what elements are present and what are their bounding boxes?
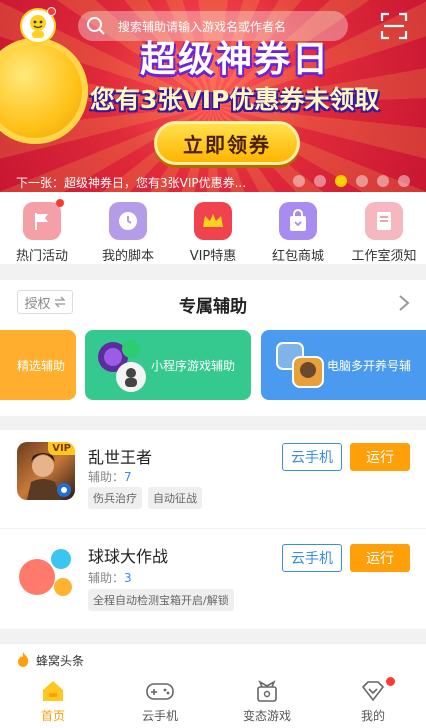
run-button[interactable]: 运行 [350,544,410,572]
game-row[interactable]: VIP 乱世王者 辅助：7 伤兵治疗 自动征战 云手机 运行 [0,430,426,528]
card-miniprogram-assist[interactable]: 小程序游戏辅助 [85,330,251,400]
mini-program-icon [98,340,146,392]
vip-badge: VIP [48,442,75,455]
gamepad-icon [115,677,205,705]
quick-item-redpacket-mall[interactable]: 红包商城 [256,202,340,264]
pagination-dot[interactable] [314,175,326,187]
game-icon-luanshi: VIP [17,442,75,500]
gift-box-icon [222,677,312,705]
game-characters-icon [276,342,324,388]
clock-icon [109,202,147,240]
headline-label: 蜂窝头条 [36,654,85,668]
user-face-icon [30,15,46,38]
notification-dot [47,7,56,16]
notification-dot [386,677,395,686]
quick-item-label: 工作室须知 [351,249,417,264]
shopping-bag-icon [279,202,317,240]
quick-menu: 热门活动 我的脚本 VIP特惠 红包商城 工作室须知 [0,192,426,264]
card-label: 电脑多开养号辅 [327,358,412,373]
game-row[interactable]: 球球大作战 辅助：3 全程自动检测宝箱开启/解锁 云手机 运行 [0,529,426,629]
quick-item-my-scripts[interactable]: 我的脚本 [86,202,170,264]
feature-tag: 伤兵治疗 [88,487,142,509]
exclusive-section: 授权 专属辅助 精选辅助 小程序游戏辅助 电脑多开养号辅 [0,280,426,416]
quick-item-hot-events[interactable]: 热门活动 [0,199,84,264]
banner-caption: 下一张：超级神券日，您有3张VIP优惠券... [16,176,247,190]
quick-item-label: 热门活动 [15,249,68,264]
pagination-dot[interactable] [293,175,305,187]
scan-icon[interactable] [380,12,408,40]
notification-dot [56,199,64,207]
card-featured-assist[interactable]: 精选辅助 [0,330,76,400]
game-name: 乱世王者 [88,448,153,467]
pagination-dot[interactable] [398,175,410,187]
home-icon [8,677,98,705]
tab-cloud-phone[interactable]: 云手机 [115,677,205,724]
chevron-right-icon[interactable] [398,294,410,312]
tab-label: 我的 [360,709,385,723]
card-label: 小程序游戏辅助 [151,358,236,373]
tag-list: 伤兵治疗 自动征战 [88,487,202,509]
run-button[interactable]: 运行 [350,443,410,471]
quick-item-label: VIP特惠 [189,249,237,264]
tab-label: 首页 [40,709,65,723]
crown-icon [194,202,232,240]
tab-home[interactable]: 首页 [8,677,98,724]
news-headline-bar[interactable]: 蜂窝头条 [0,643,426,673]
helper-count: 辅助：3 [88,569,132,586]
helper-count: 辅助：7 [88,468,132,485]
game-name: 球球大作战 [88,547,169,566]
book-icon [365,202,403,240]
helper-label: 辅助： [88,571,125,585]
tab-bt-games[interactable]: 变态游戏 [222,677,312,724]
quick-item-label: 我的脚本 [101,249,154,264]
tab-mine[interactable]: 我的 [328,677,418,724]
quick-item-vip-deals[interactable]: VIP特惠 [171,202,255,264]
banner-subtitle: 您有3张VIP优惠券未领取 [90,85,380,114]
pagination-dot[interactable] [356,175,368,187]
cloud-phone-button[interactable]: 云手机 [282,443,342,471]
feature-tag: 全程自动检测宝箱开启/解锁 [88,589,234,611]
card-pc-multi-assist[interactable]: 电脑多开养号辅 [261,330,426,400]
game-icon-qiuqiu [17,543,75,601]
cloud-phone-button[interactable]: 云手机 [282,544,342,572]
section-title: 专属辅助 [179,297,247,317]
tab-label: 云手机 [141,709,178,723]
quick-item-label: 红包商城 [271,249,324,264]
card-label: 精选辅助 [17,358,66,373]
helper-count-value: 7 [124,470,132,484]
tab-label: 变态游戏 [242,709,291,723]
search-icon [87,17,105,35]
flag-icon [23,199,64,240]
feature-tag: 自动征战 [148,487,202,509]
helper-count-value: 3 [124,571,132,585]
helper-label: 辅助： [88,470,125,484]
flame-icon [18,652,29,667]
pagination-dot-active[interactable] [335,175,347,187]
quick-item-studio-notice[interactable]: 工作室须知 [342,202,426,264]
banner-pagination[interactable] [293,175,410,187]
search-input[interactable]: 搜索辅助请输入游戏名或作者名 [78,11,348,41]
claim-coupon-button[interactable]: 立即领券 [154,121,300,165]
tag-list: 全程自动检测宝箱开启/解锁 [88,589,234,611]
search-placeholder: 搜索辅助请输入游戏名或作者名 [118,19,287,34]
profile-icon [328,677,418,705]
pagination-dot[interactable] [377,175,389,187]
bottom-tab-bar: 首页 云手机 变态游戏 我的 [0,673,426,728]
